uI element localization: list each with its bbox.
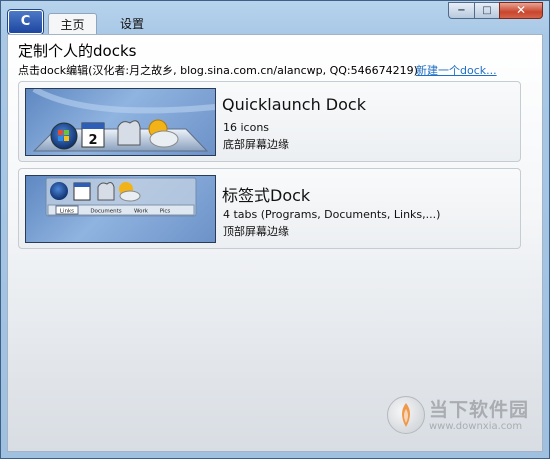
dock-position: 顶部屏幕边缘 [223, 225, 289, 238]
watermark-brand: 当下软件园 [429, 399, 530, 421]
new-dock-link[interactable]: 新建一个dock... [416, 62, 497, 78]
watermark-logo-icon [387, 396, 425, 434]
tabbed-preview-image: Links Documents Work Pics [45, 177, 197, 217]
tab-settings[interactable]: 设置 [109, 13, 155, 35]
minimize-icon: − [457, 5, 466, 16]
app-logo-icon[interactable]: C [8, 10, 43, 34]
tab-label-documents: Documents [90, 209, 121, 215]
tab-label-links: Links [60, 209, 74, 215]
dock-info: 4 tabs (Programs, Documents, Links,...) [223, 208, 441, 221]
dock-card-quicklaunch[interactable]: 2 Quicklaunch Dock 16 icons 底部屏幕边缘 [18, 81, 521, 162]
dock-info: 16 icons [223, 121, 270, 134]
quicklaunch-preview-image: 2 [32, 89, 215, 152]
documents-icon [97, 182, 115, 201]
watermark-url: www.downxia.com [429, 421, 523, 432]
tab-label-pics: Pics [160, 209, 171, 215]
page-title: 定制个人的docks [18, 42, 137, 60]
dock-thumbnail: 2 [25, 88, 216, 156]
dock-card-tabbed[interactable]: Links Documents Work Pics 标签式Dock 4 tabs… [18, 168, 521, 249]
main-panel: 定制个人的docks 点击dock编辑(汉化者:月之故乡, blog.sina.… [7, 34, 543, 452]
tab-label-work: Work [134, 209, 149, 215]
maximize-button[interactable]: □ [474, 2, 499, 19]
window-controls: − □ ✕ [448, 2, 543, 19]
calendar-day: 2 [88, 133, 97, 148]
documents-icon [117, 120, 141, 146]
windows-orb-icon [50, 182, 68, 200]
dock-position: 底部屏幕边缘 [223, 138, 289, 151]
dock-thumbnail: Links Documents Work Pics [25, 175, 216, 243]
maximize-icon: □ [482, 5, 492, 16]
dock-title: Quicklaunch Dock [222, 95, 366, 114]
watermark: 当下软件园 www.downxia.com [387, 395, 535, 441]
app-window: C 主页 设置 − □ ✕ 定制个人的docks 点击dock编辑(汉化者:月之… [0, 0, 550, 459]
minimize-button[interactable]: − [448, 2, 474, 19]
dock-title: 标签式Dock [222, 186, 311, 205]
tab-home[interactable]: 主页 [48, 13, 97, 35]
close-button[interactable]: ✕ [499, 2, 543, 19]
titlebar: C 主页 设置 − □ ✕ [1, 1, 549, 35]
close-icon: ✕ [515, 3, 527, 17]
page-subtitle: 点击dock编辑(汉化者:月之故乡, blog.sina.com.cn/alan… [18, 64, 418, 77]
